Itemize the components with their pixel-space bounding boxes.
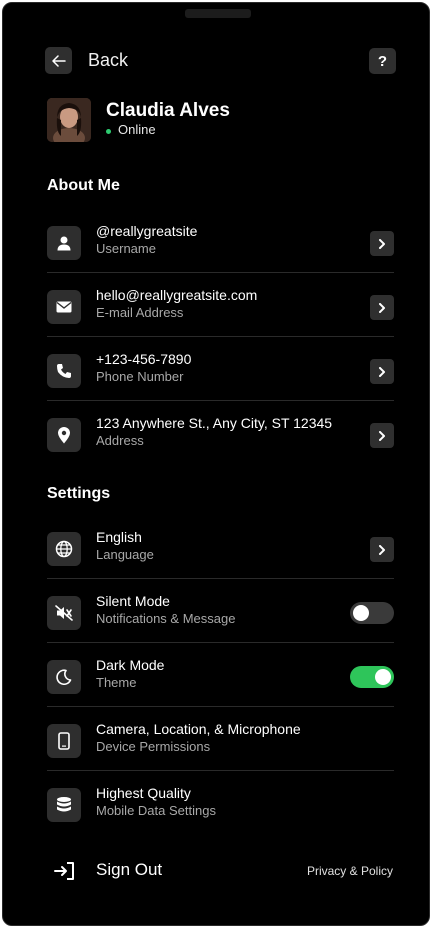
icon-box (47, 226, 81, 260)
silent-mode-value: Silent Mode (96, 593, 170, 609)
username-label: Username (96, 241, 156, 256)
chevron-right-icon (379, 430, 385, 441)
chevron-right-icon (379, 544, 385, 555)
database-icon (57, 797, 71, 812)
silent-mode-toggle[interactable] (350, 602, 394, 624)
help-button[interactable]: ? (369, 48, 396, 74)
dark-mode-value: Dark Mode (96, 657, 165, 673)
phone-value: +123-456-7890 (96, 351, 192, 367)
profile-header: Claudia Alves Online (47, 98, 387, 143)
permissions-value: Camera, Location, & Microphone (96, 721, 301, 737)
top-bar: Back ? (45, 47, 396, 75)
phone-icon (57, 364, 71, 378)
settings-item-mobile-data[interactable]: Highest Quality Mobile Data Settings (47, 771, 394, 835)
phone-frame: Back ? Claudia Alves Online About Me @re… (2, 2, 430, 926)
about-section-title: About Me (47, 177, 120, 194)
sign-out-icon[interactable] (53, 860, 77, 882)
silent-mode-label: Notifications & Message (96, 611, 236, 626)
chevron-right-button[interactable] (370, 359, 394, 384)
icon-box (47, 354, 81, 388)
settings-item-language[interactable]: English Language (47, 515, 394, 579)
back-label[interactable]: Back (88, 50, 128, 71)
icon-box (47, 596, 81, 630)
chevron-right-button[interactable] (370, 423, 394, 448)
about-item-address[interactable]: 123 Anywhere St., Any City, ST 12345 Add… (47, 401, 394, 465)
avatar-photo (47, 98, 91, 142)
toggle-knob (375, 669, 391, 685)
language-label: Language (96, 547, 154, 562)
email-value: hello@reallygreatsite.com (96, 287, 258, 303)
dark-mode-toggle[interactable] (350, 666, 394, 688)
chevron-right-icon (379, 302, 385, 313)
sign-out-button[interactable]: Sign Out (96, 860, 162, 880)
online-status-dot (106, 129, 111, 134)
chevron-right-icon (379, 238, 385, 249)
privacy-policy-link[interactable]: Privacy & Policy (307, 864, 393, 878)
back-button[interactable] (45, 47, 72, 74)
toggle-knob (353, 605, 369, 621)
globe-icon (55, 540, 73, 558)
profile-name: Claudia Alves (106, 100, 230, 121)
address-value: 123 Anywhere St., Any City, ST 12345 (96, 415, 333, 431)
icon-box (47, 290, 81, 324)
address-label: Address (96, 433, 144, 448)
icon-box (47, 418, 81, 452)
chevron-right-button[interactable] (370, 295, 394, 320)
settings-item-dark-mode[interactable]: Dark Mode Theme (47, 643, 394, 707)
notch (185, 9, 251, 18)
icon-box (47, 660, 81, 694)
status-text: Online (118, 122, 156, 137)
user-icon (57, 236, 71, 251)
permissions-label: Device Permissions (96, 739, 211, 754)
mute-icon (55, 605, 73, 621)
phone-label: Phone Number (96, 369, 184, 384)
icon-box (47, 724, 81, 758)
settings-item-silent-mode[interactable]: Silent Mode Notifications & Message (47, 579, 394, 643)
about-item-phone[interactable]: +123-456-7890 Phone Number (47, 337, 394, 401)
language-value: English (96, 529, 142, 545)
mail-icon (56, 301, 72, 313)
icon-box (47, 532, 81, 566)
mobile-data-label: Mobile Data Settings (96, 803, 216, 818)
moon-icon (56, 669, 72, 685)
icon-box (47, 788, 81, 822)
device-icon (58, 732, 70, 750)
chevron-right-icon (379, 366, 385, 377)
email-label: E-mail Address (96, 305, 184, 320)
about-item-email[interactable]: hello@reallygreatsite.com E-mail Address (47, 273, 394, 337)
avatar[interactable] (47, 98, 91, 142)
username-value: @reallygreatsite (96, 223, 198, 239)
arrow-left-icon (51, 54, 66, 67)
location-pin-icon (58, 426, 70, 443)
footer: Sign Out Privacy & Policy (53, 858, 393, 882)
chevron-right-button[interactable] (370, 537, 394, 562)
settings-section-title: Settings (47, 485, 111, 502)
about-item-username[interactable]: @reallygreatsite Username (47, 209, 394, 273)
dark-mode-label: Theme (96, 675, 137, 690)
settings-item-permissions[interactable]: Camera, Location, & Microphone Device Pe… (47, 707, 394, 771)
mobile-data-value: Highest Quality (96, 785, 191, 801)
chevron-right-button[interactable] (370, 231, 394, 256)
